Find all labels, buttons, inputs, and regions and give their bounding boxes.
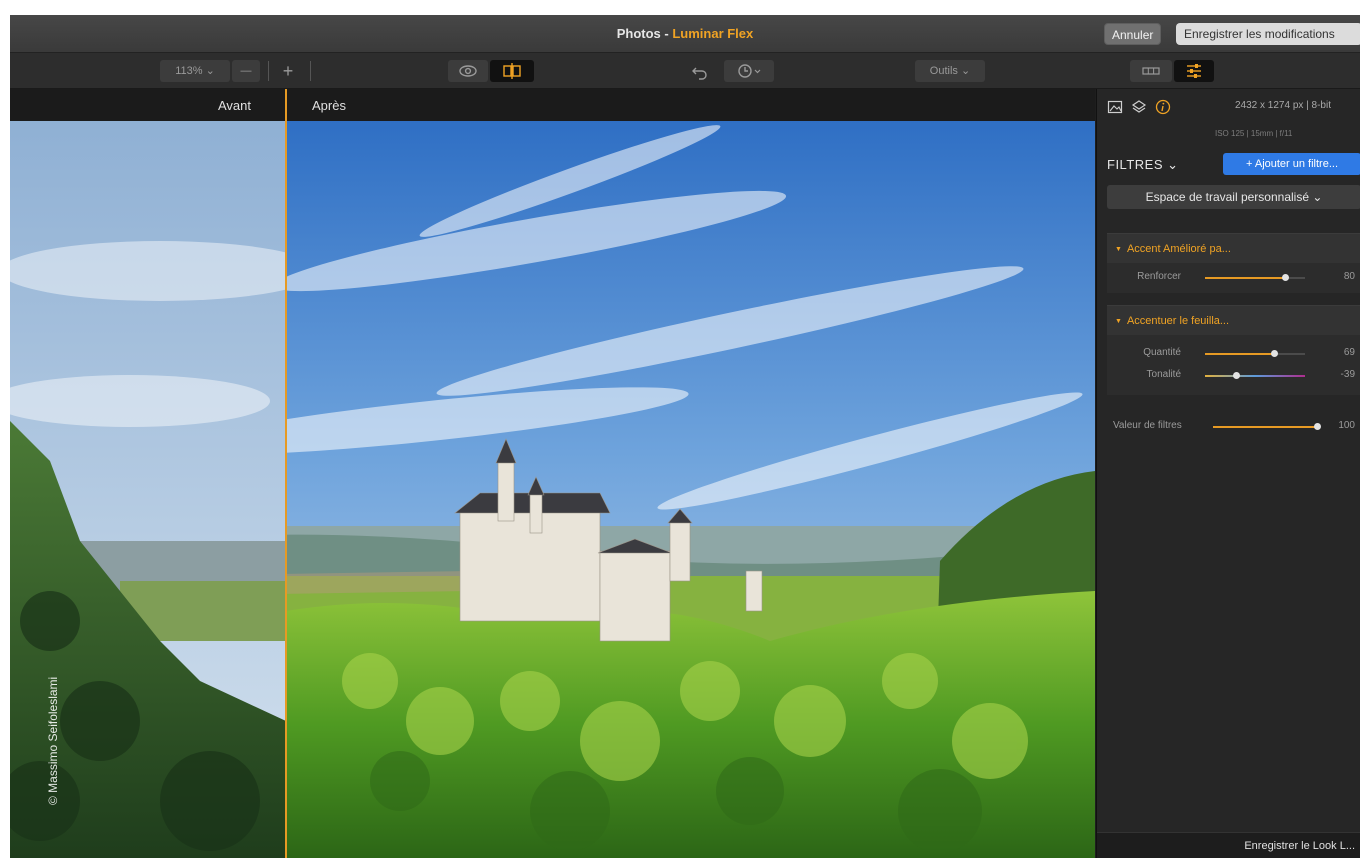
app-window: Photos - Luminar Flex Annuler Enregistre… xyxy=(10,15,1360,858)
compare-labels-bar: Avant Après xyxy=(10,89,1095,121)
filters-heading[interactable]: FILTRES ⌄ xyxy=(1107,157,1179,173)
slider-knob[interactable] xyxy=(1232,372,1240,379)
window-title-app: Luminar Flex xyxy=(672,26,754,41)
compare-split-handle[interactable] xyxy=(285,89,287,858)
filter-amount-row: Valeur de filtres 100 xyxy=(1107,415,1360,437)
filter-header[interactable]: ▼ Accentuer le feuilla... xyxy=(1107,305,1360,335)
slider-row: Renforcer 80 xyxy=(1107,267,1360,289)
after-label: Après xyxy=(312,98,346,113)
triangle-down-icon: ▼ xyxy=(1115,246,1122,253)
eye-icon xyxy=(459,65,477,77)
filter-amount-track[interactable] xyxy=(1213,423,1321,430)
slider-track[interactable] xyxy=(1205,372,1305,379)
cancel-button[interactable]: Annuler xyxy=(1104,23,1162,45)
castle-landscape-photo xyxy=(10,121,1095,858)
zoom-in-button[interactable]: + xyxy=(274,60,302,82)
filters-panel: 2432 x 1274 px | 8-bit ISO 125 | 15mm | … xyxy=(1096,89,1360,858)
preview-toggle-button[interactable] xyxy=(448,60,488,82)
filter-amount-label: Valeur de filtres xyxy=(1113,420,1182,431)
slider-track[interactable] xyxy=(1205,350,1305,357)
slider-fill xyxy=(1205,277,1285,279)
image-dimensions: 2432 x 1274 px | 8-bit xyxy=(1235,100,1331,111)
layers-icon[interactable] xyxy=(1131,99,1147,115)
adjustments-button[interactable] xyxy=(1174,60,1214,82)
compare-button[interactable] xyxy=(490,60,534,82)
filmstrip-icon xyxy=(1142,67,1160,75)
chevron-down-icon: ⌄ xyxy=(205,65,215,77)
save-changes-button[interactable]: Enregistrer les modifications xyxy=(1176,23,1360,45)
undo-button[interactable] xyxy=(680,60,720,82)
slider-row: Quantité 69 xyxy=(1107,343,1360,365)
save-look-label: Enregistrer le Look L... xyxy=(1244,840,1355,852)
slider-track[interactable] xyxy=(1205,274,1305,281)
toolbar-divider xyxy=(310,61,311,81)
filmstrip-view-button[interactable] xyxy=(1130,60,1172,82)
minus-icon: — xyxy=(240,65,252,77)
filter-section: ▼ Accentuer le feuilla... Quantité 69 Ton… xyxy=(1107,305,1360,395)
title-bar: Photos - Luminar Flex Annuler Enregistre… xyxy=(10,15,1360,53)
slider-knob[interactable] xyxy=(1271,350,1278,357)
add-filter-button[interactable]: + Ajouter un filtre... xyxy=(1223,153,1360,175)
zoom-out-button[interactable]: — xyxy=(232,60,260,82)
tools-dropdown[interactable]: Outils ⌄ xyxy=(915,60,985,82)
filter-amount-value: 100 xyxy=(1338,420,1355,431)
before-label: Avant xyxy=(218,98,252,113)
zoom-level: 113% xyxy=(175,65,203,77)
photo-credit: © Massimo Seifoleslami xyxy=(46,676,60,805)
slider-row: Tonalité -39 xyxy=(1107,365,1360,387)
slider-knob[interactable] xyxy=(1282,274,1289,281)
undo-icon xyxy=(692,67,707,80)
slider-value: -39 xyxy=(1340,369,1355,380)
filter-section: ▼ Accent Amélioré pa... Renforcer 80 xyxy=(1107,233,1360,293)
exif-info: ISO 125 | 15mm | f/11 xyxy=(1215,129,1293,138)
split-compare-icon xyxy=(503,63,521,79)
clock-icon xyxy=(738,64,761,78)
plus-icon: + xyxy=(282,61,294,81)
filter-header[interactable]: ▼ Accent Amélioré pa... xyxy=(1107,233,1360,263)
info-icon[interactable] xyxy=(1155,99,1171,115)
slider-label: Quantité xyxy=(1143,347,1181,358)
filter-amount-knob[interactable] xyxy=(1314,423,1321,430)
workspace-dropdown[interactable]: Espace de travail personnalisé ⌄ xyxy=(1107,185,1360,209)
slider-value: 80 xyxy=(1343,271,1355,282)
slider-fill xyxy=(1205,353,1274,355)
triangle-down-icon: ▼ xyxy=(1115,318,1122,325)
filter-name: Accent Amélioré pa... xyxy=(1126,243,1231,255)
zoom-dropdown[interactable]: 113% ⌄ xyxy=(160,60,230,82)
slider-label: Tonalité xyxy=(1146,369,1181,380)
photo-canvas[interactable] xyxy=(10,121,1095,858)
save-look-button[interactable]: Enregistrer le Look L... xyxy=(1097,832,1360,858)
toolbar-divider xyxy=(268,61,269,81)
window-title-prefix: Photos - xyxy=(616,26,673,41)
slider-value: 69 xyxy=(1343,347,1355,358)
sliders-icon xyxy=(1187,64,1201,78)
history-button[interactable] xyxy=(724,60,774,82)
filter-name: Accentuer le feuilla... xyxy=(1126,315,1230,327)
slider-label: Renforcer xyxy=(1137,271,1181,282)
toolbar: 113% ⌄ — + Outils ⌄ xyxy=(10,53,1360,89)
filter-amount-fill xyxy=(1213,426,1317,428)
image-info-icon[interactable] xyxy=(1107,99,1123,115)
